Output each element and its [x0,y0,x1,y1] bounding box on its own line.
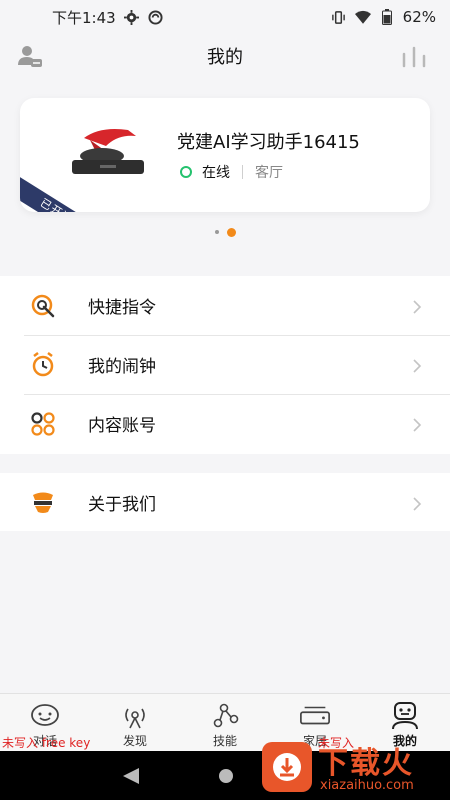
pager-dot [214,230,219,234]
profile-settings-icon[interactable] [16,43,44,69]
menu-item-about-us[interactable]: 关于我们 [0,473,450,532]
skills-icon [209,702,241,730]
menu-group-main: 快捷指令 我的闹钟 内容账号 [0,276,450,454]
tab-skills[interactable]: 技能 [180,694,270,751]
device-image [66,124,154,180]
menu-label: 内容账号 [88,416,156,436]
device-status: 在线 客厅 [180,162,283,182]
device-name: 党建AI学习助手16415 [177,132,360,153]
watermark-title: 下载火 [318,746,414,781]
overlay-warning-text: 未写入 free key [2,736,91,750]
status-time: 下午1:43 [52,8,116,27]
battery-icon [379,9,395,25]
carousel-pager [0,227,450,237]
menu-label: 我的闹钟 [88,357,156,377]
page-header: 我的 [0,34,450,78]
chevron-right-icon [412,417,422,432]
battery-percent: 62% [402,8,436,26]
status-divider [242,165,243,179]
discover-icon [119,702,151,730]
watermark-url: xiazaihuo.com [320,778,414,793]
gear-icon [124,9,140,25]
pager-dot-active [226,227,236,237]
music-ribbon: 已开通音乐 [20,175,127,212]
content-account-icon [30,411,56,437]
menu-label: 快捷指令 [88,298,156,318]
device-card[interactable]: 已开通音乐 党建AI学习助手16415 在线 客厅 [20,98,430,212]
tab-label: 发现 [122,734,147,748]
home-icon[interactable] [219,768,233,783]
back-icon[interactable] [123,767,139,784]
tab-label: 技能 [212,734,237,748]
profile-icon [389,702,421,730]
menu-label: 关于我们 [88,495,156,515]
vibrate-icon [331,9,347,25]
online-status-icon [180,166,192,178]
chat-icon [29,702,61,730]
watermark: 下载火 xiazaihuo.com [262,738,442,798]
tab-discover[interactable]: 发现 [90,694,180,751]
stats-bars-icon[interactable] [400,46,428,68]
home-device-icon [299,702,331,730]
device-room: 客厅 [255,165,283,181]
alarm-clock-icon [30,351,56,378]
sync-icon [148,9,164,25]
shortcut-icon [30,293,56,319]
menu-group-about: 关于我们 [0,473,450,531]
chevron-right-icon [412,299,422,314]
chevron-right-icon [412,496,422,511]
status-bar: 下午1:43 62% [0,0,450,34]
page-title: 我的 [207,47,243,68]
menu-item-shortcuts[interactable]: 快捷指令 [0,276,450,335]
wifi-icon [354,9,371,25]
online-status-text: 在线 [202,165,230,181]
menu-item-content-account[interactable]: 内容账号 [0,394,450,453]
menu-item-alarm[interactable]: 我的闹钟 [0,335,450,394]
chevron-right-icon [412,358,422,373]
about-us-icon [30,490,56,516]
watermark-logo-icon [262,742,312,792]
